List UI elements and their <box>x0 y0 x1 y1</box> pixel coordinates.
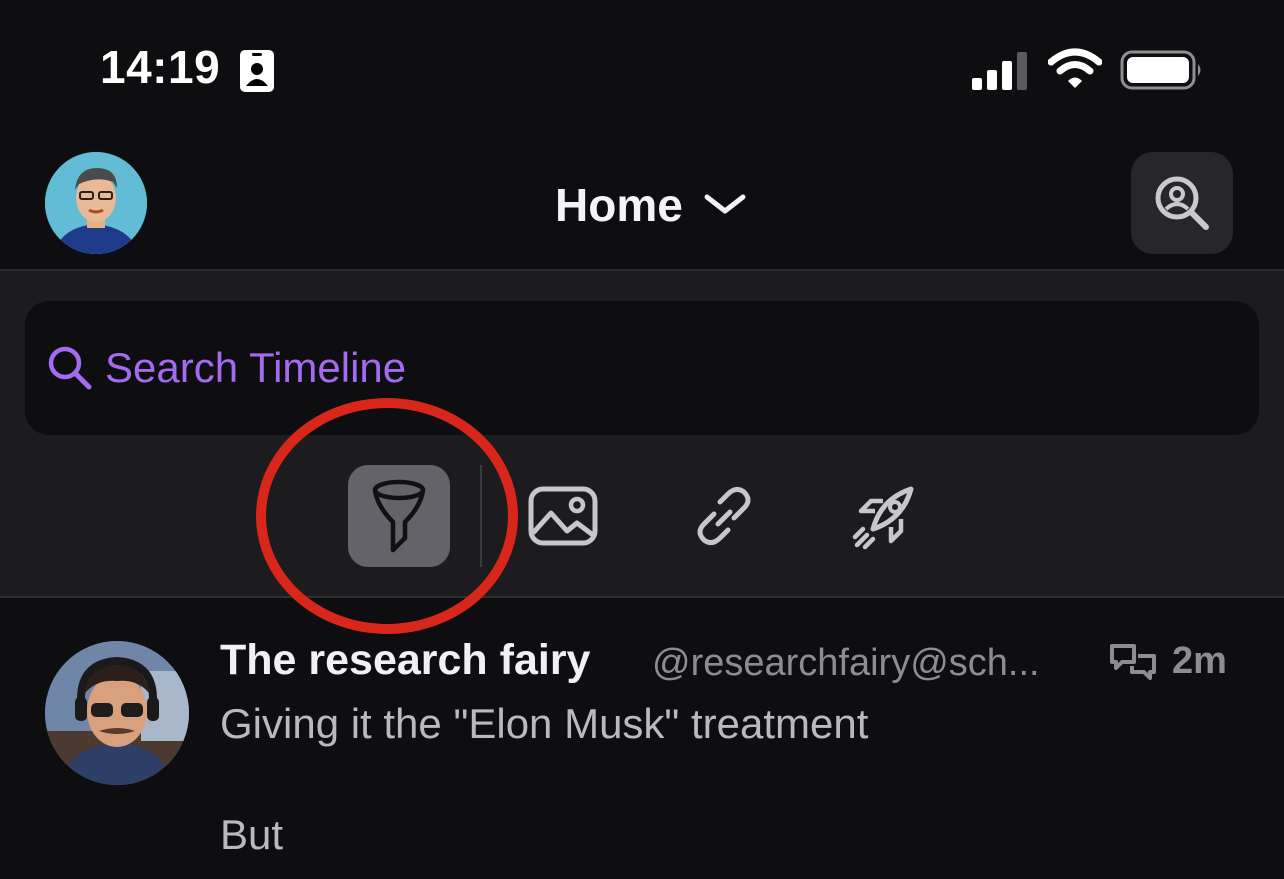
timeline-selector[interactable]: Home <box>555 178 747 232</box>
conversation-icon <box>1110 644 1156 680</box>
signal-icon <box>972 52 1027 90</box>
avatar-illustration <box>45 152 147 254</box>
profile-avatar[interactable] <box>45 152 147 254</box>
status-time: 14:19 <box>100 41 221 93</box>
filter-toolbar <box>0 465 1284 567</box>
post-author-avatar[interactable] <box>45 641 189 785</box>
timeline-filter-panel <box>0 271 1284 596</box>
contact-card-icon <box>240 50 274 92</box>
app-screen: 14:19 Home Search Timeline The research … <box>0 0 1284 879</box>
post-author-handle[interactable]: @researchfairy@sch... <box>652 642 1088 685</box>
page-title: Home <box>555 179 683 231</box>
post-timestamp: 2m <box>1172 640 1227 682</box>
rocket-icon <box>852 486 914 550</box>
boost-filter-button[interactable] <box>835 465 937 567</box>
search-icon <box>48 346 92 390</box>
filter-separator <box>480 465 482 567</box>
timeline-post[interactable]: The research fairy @researchfairy@sch...… <box>0 598 1284 879</box>
media-icon <box>528 486 598 546</box>
status-bar: 14:19 <box>0 0 1284 130</box>
filter-button[interactable] <box>348 465 450 567</box>
search-profile-button[interactable] <box>1131 152 1233 254</box>
battery-icon <box>1120 50 1201 90</box>
post-text-line: But <box>220 811 284 858</box>
media-filter-button[interactable] <box>512 465 614 567</box>
search-input[interactable] <box>103 343 1007 393</box>
post-header: The research fairy @researchfairy@sch...… <box>220 636 1250 692</box>
link-filter-button[interactable] <box>673 465 775 567</box>
post-text-line: Giving it the "Elon Musk" treatment <box>220 700 869 747</box>
search-timeline-field[interactable] <box>25 301 1259 435</box>
top-navigation: Home <box>0 130 1284 270</box>
link-icon <box>697 486 751 546</box>
post-author-name[interactable]: The research fairy <box>220 636 590 685</box>
search-profile-icon <box>1155 176 1209 230</box>
chevron-down-icon <box>704 194 746 214</box>
wifi-icon <box>1048 48 1102 88</box>
funnel-icon <box>372 479 426 553</box>
avatar-photo <box>45 641 189 785</box>
post-content: Giving it the "Elon Musk" treatment But <box>220 696 1250 863</box>
